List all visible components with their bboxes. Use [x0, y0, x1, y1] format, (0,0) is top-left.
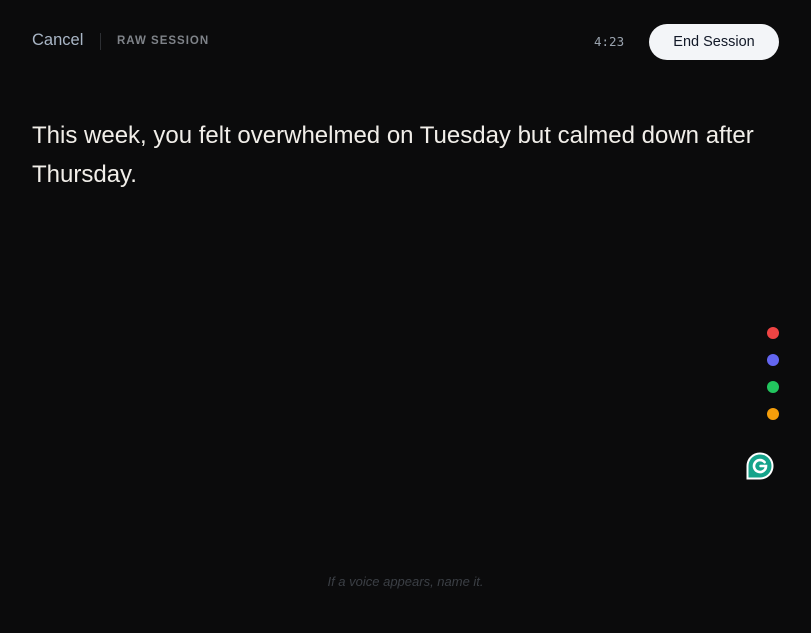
session-mode-label: RAW SESSION — [117, 35, 210, 47]
end-session-button[interactable]: End Session — [649, 24, 779, 60]
grammarly-badge-svg — [746, 452, 774, 480]
grammarly-icon[interactable] — [745, 451, 775, 481]
header-divider — [100, 33, 101, 50]
color-dot-green[interactable] — [767, 381, 779, 393]
prompt-hint: If a voice appears, name it. — [327, 574, 484, 589]
color-dot-picker — [767, 327, 779, 435]
color-dot-red[interactable] — [767, 327, 779, 339]
cancel-button[interactable]: Cancel — [32, 31, 83, 50]
session-timer: 4:23 — [594, 34, 625, 49]
top-bar: Cancel RAW SESSION 4:23 End Session — [0, 0, 811, 84]
journal-entry-text[interactable]: This week, you felt overwhelmed on Tuesd… — [32, 116, 762, 194]
color-dot-indigo[interactable] — [767, 354, 779, 366]
color-dot-amber[interactable] — [767, 408, 779, 420]
